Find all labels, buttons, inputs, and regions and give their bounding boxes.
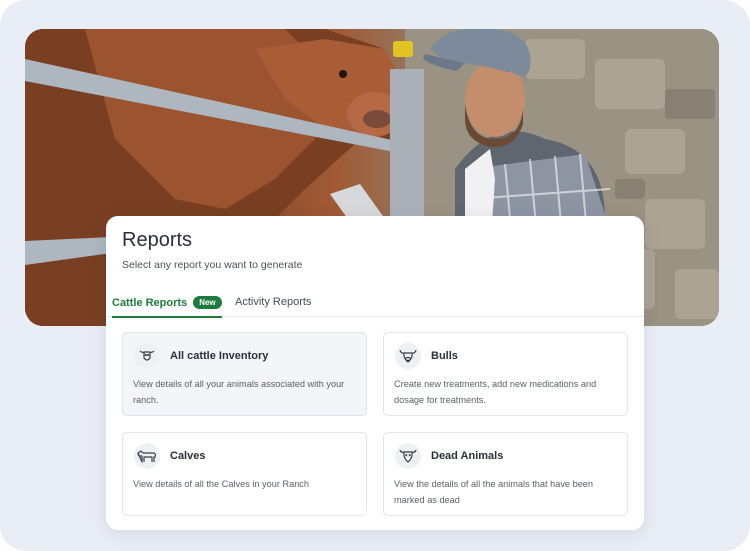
reports-card: Reports Select any report you want to ge… xyxy=(106,216,644,530)
report-title: Dead Animals xyxy=(431,450,504,462)
report-description: Create new treatments, add new medicatio… xyxy=(394,379,597,405)
report-card-bulls[interactable]: Bulls Create new treatments, add new med… xyxy=(383,332,628,416)
tab-cattle-reports-label: Cattle Reports xyxy=(112,296,188,309)
report-tabs: Cattle Reports New Activity Reports xyxy=(106,292,644,318)
new-badge: New xyxy=(193,296,222,309)
report-description: View details of all your animals associa… xyxy=(133,379,345,405)
report-card-all-cattle-inventory[interactable]: All cattle Inventory View details of all… xyxy=(122,332,367,416)
page-subtitle: Select any report you want to generate xyxy=(122,259,303,271)
report-card-dead-animals[interactable]: Dead Animals View the details of all the… xyxy=(383,432,628,516)
report-description: View details of all the Calves in your R… xyxy=(133,479,310,489)
cow-head-icon xyxy=(134,343,160,369)
tab-activity-reports-label: Activity Reports xyxy=(235,296,312,308)
report-description: View the details of all the animals that… xyxy=(394,479,594,505)
report-title: Calves xyxy=(170,450,206,462)
report-title: Bulls xyxy=(431,350,458,362)
tab-activity-reports[interactable]: Activity Reports xyxy=(235,296,311,315)
report-card-calves[interactable]: Calves View details of all the Calves in… xyxy=(122,432,367,516)
report-title: All cattle Inventory xyxy=(170,350,269,362)
calf-icon xyxy=(134,443,160,469)
bull-head-icon xyxy=(395,343,421,369)
page-title: Reports xyxy=(122,229,193,251)
tab-cattle-reports[interactable]: Cattle Reports New xyxy=(112,296,222,318)
dead-cow-icon xyxy=(395,443,421,469)
